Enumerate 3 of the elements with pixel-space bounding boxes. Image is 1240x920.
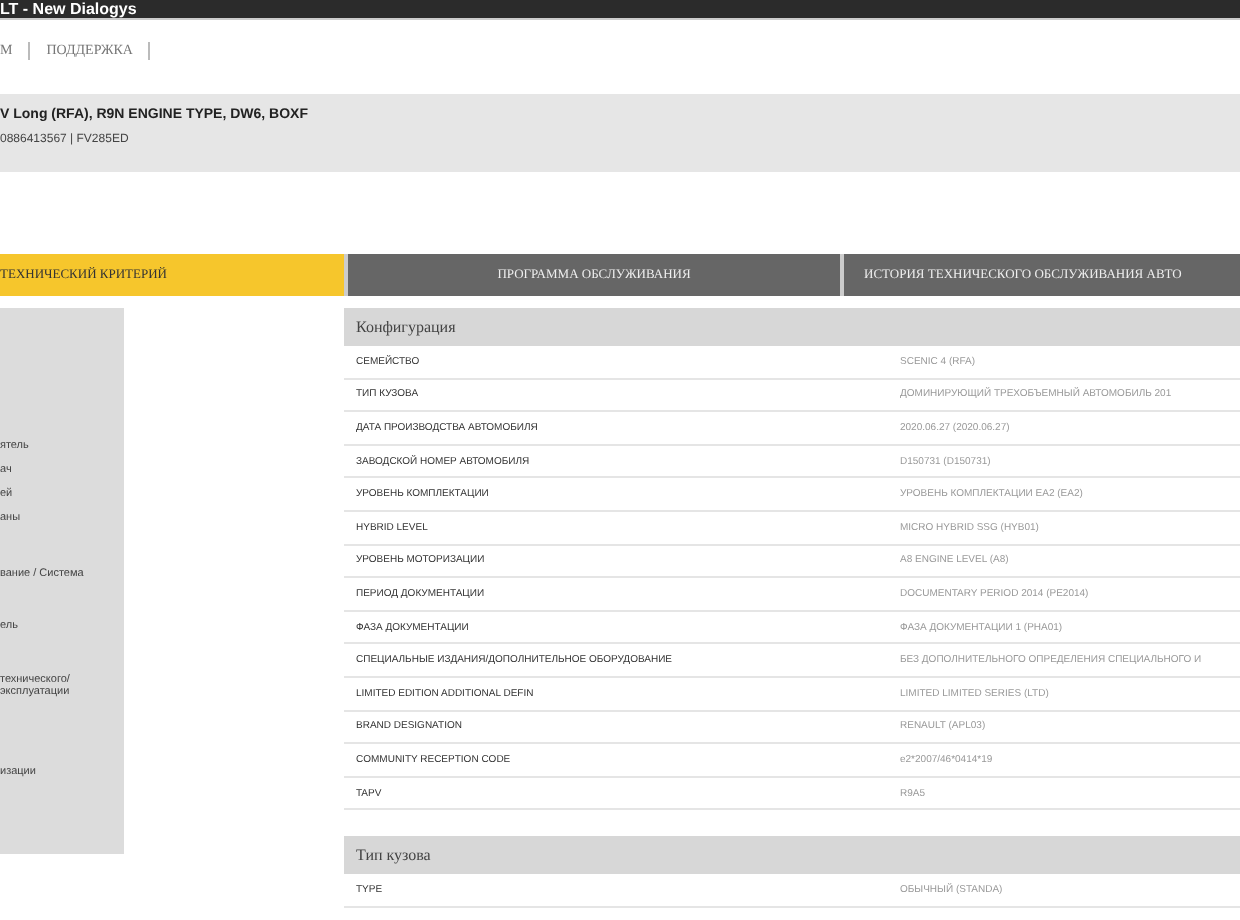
section-header: Конфигурация	[344, 308, 1240, 346]
section-header: Тип кузова	[344, 836, 1240, 875]
window-title: LT - New Dialogys	[0, 0, 137, 18]
